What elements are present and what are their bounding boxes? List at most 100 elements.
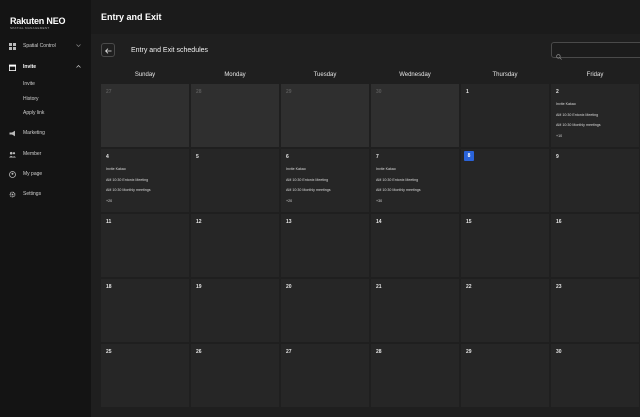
- calendar-day[interactable]: 28: [191, 84, 279, 147]
- more-events-link[interactable]: +10: [556, 134, 562, 138]
- chevron-down-icon: [76, 43, 81, 48]
- grid-icon: [9, 42, 16, 50]
- event-item[interactable]: Invite Kakao: [286, 167, 306, 171]
- calendar-icon: [9, 64, 16, 71]
- gear-icon: [9, 191, 16, 198]
- sidebar-item-my-page[interactable]: My page: [0, 167, 91, 181]
- people-icon: [9, 151, 16, 158]
- calendar-day[interactable]: 4 Invite Kakao AM 10:30 Entonix Meeting AM …: [101, 149, 189, 212]
- calendar-day[interactable]: 16: [551, 214, 639, 277]
- calendar-day[interactable]: 29: [461, 344, 549, 407]
- chevron-up-icon: [76, 64, 81, 69]
- more-events-link[interactable]: +30: [376, 199, 382, 203]
- calendar-day[interactable]: 27: [101, 84, 189, 147]
- calendar-day[interactable]: 27: [281, 344, 369, 407]
- day-number: 1: [466, 89, 469, 95]
- more-events-link[interactable]: +20: [106, 199, 112, 203]
- day-number: 5: [196, 154, 199, 160]
- day-number: 29: [286, 89, 292, 95]
- sidebar-item-label: Member: [23, 151, 42, 157]
- day-number: 9: [556, 154, 559, 160]
- calendar-day[interactable]: 26: [191, 344, 279, 407]
- day-number: 19: [196, 284, 202, 290]
- event-item[interactable]: Invite Kakao: [556, 102, 576, 106]
- calendar-day[interactable]: 23: [551, 279, 639, 342]
- sidebar-item-marketing[interactable]: Marketing: [0, 126, 91, 140]
- sidebar-subitem-apply-link[interactable]: Apply link: [23, 110, 44, 116]
- calendar-day[interactable]: 14: [371, 214, 459, 277]
- calendar-day[interactable]: 18: [101, 279, 189, 342]
- sidebar-item-label: My page: [23, 171, 43, 177]
- sidebar-item-settings[interactable]: Settings: [0, 187, 91, 201]
- event-item[interactable]: AM 10:30 Entonix Meeting: [556, 113, 598, 117]
- calendar-day[interactable]: 12: [191, 214, 279, 277]
- day-number: 28: [376, 349, 382, 355]
- sidebar-subitem-history[interactable]: History: [23, 96, 39, 102]
- day-number: 15: [466, 219, 472, 225]
- day-number: 6: [286, 154, 289, 160]
- arrow-left-icon: [104, 41, 112, 59]
- day-number: 18: [106, 284, 112, 290]
- event-item[interactable]: Invite Kakao: [376, 167, 396, 171]
- day-number: 22: [466, 284, 472, 290]
- day-number: 2: [556, 89, 559, 95]
- weekday-header: Friday: [586, 72, 604, 78]
- calendar-day[interactable]: 2 Invite Kakao AM 10:30 Entonix Meeting AM …: [551, 84, 639, 147]
- schedule-title: Entry and Exit schedules: [131, 47, 209, 54]
- calendar-day[interactable]: 5: [191, 149, 279, 212]
- calendar-day[interactable]: 25: [101, 344, 189, 407]
- sidebar-item-label: Spatial Control: [23, 43, 56, 49]
- calendar-day[interactable]: 1: [461, 84, 549, 147]
- event-item[interactable]: Invite Kakao: [106, 167, 126, 171]
- calendar-day[interactable]: 21: [371, 279, 459, 342]
- calendar-day[interactable]: 30: [551, 344, 639, 407]
- calendar-day[interactable]: 20: [281, 279, 369, 342]
- back-button[interactable]: [101, 43, 115, 57]
- day-number: 27: [286, 349, 292, 355]
- sidebar-item-spatial-control[interactable]: Spatial Control: [0, 39, 91, 53]
- day-number: 26: [196, 349, 202, 355]
- calendar-day[interactable]: 22: [461, 279, 549, 342]
- day-number: 23: [556, 284, 562, 290]
- calendar-day[interactable]: 7 Invite Kakao AM 10:30 Entonix Meeting AM …: [371, 149, 459, 212]
- sidebar-subitem-invite[interactable]: Invite: [23, 81, 35, 87]
- calendar-day[interactable]: 30: [371, 84, 459, 147]
- calendar-day[interactable]: 19: [191, 279, 279, 342]
- day-number: 30: [556, 349, 562, 355]
- calendar-day[interactable]: 28: [371, 344, 459, 407]
- logo: Rakuten NEO SPATIAL MANAGEMENT: [10, 16, 66, 30]
- sidebar: Rakuten NEO SPATIAL MANAGEMENT Spatial C…: [0, 0, 91, 417]
- event-item[interactable]: AM 10:30 Entonix Meeting: [376, 178, 418, 182]
- calendar-day-today[interactable]: 8: [461, 149, 549, 212]
- calendar-day[interactable]: 29: [281, 84, 369, 147]
- day-number: 8: [464, 151, 474, 161]
- calendar-day[interactable]: 9: [551, 149, 639, 212]
- megaphone-icon: [9, 130, 16, 137]
- day-number: 7: [376, 154, 379, 160]
- day-number: 21: [376, 284, 382, 290]
- event-item[interactable]: AM 10:30 Monthly meetings: [376, 188, 421, 192]
- weekday-header: Sunday: [134, 72, 156, 78]
- sidebar-item-label: Invite: [23, 64, 37, 70]
- sidebar-item-member[interactable]: Member: [0, 147, 91, 161]
- user-icon: [9, 170, 16, 178]
- calendar-day[interactable]: 11: [101, 214, 189, 277]
- day-number: 27: [106, 89, 112, 95]
- sidebar-item-invite[interactable]: Invite: [0, 60, 91, 74]
- event-item[interactable]: AM 10:30 Monthly meetings: [556, 123, 601, 127]
- day-number: 4: [106, 154, 109, 160]
- event-item[interactable]: AM 10:30 Monthly meetings: [106, 188, 151, 192]
- search-input[interactable]: [551, 42, 640, 58]
- calendar-day[interactable]: 15: [461, 214, 549, 277]
- more-events-link[interactable]: +20: [286, 199, 292, 203]
- calendar-day[interactable]: 13: [281, 214, 369, 277]
- sidebar-item-label: Settings: [23, 191, 42, 197]
- event-item[interactable]: AM 10:30 Entonix Meeting: [106, 178, 148, 182]
- logo-text: Rakuten NEO: [10, 16, 66, 26]
- calendar-day[interactable]: 6 Invite Kakao AM 10:30 Entonix Meeting AM …: [281, 149, 369, 212]
- weekday-header: Tuesday: [313, 72, 337, 78]
- event-item[interactable]: AM 10:30 Monthly meetings: [286, 188, 331, 192]
- weekday-header: Thursday: [492, 72, 518, 78]
- weekday-header: Wednesday: [399, 72, 431, 78]
- event-item[interactable]: AM 10:30 Entonix Meeting: [286, 178, 328, 182]
